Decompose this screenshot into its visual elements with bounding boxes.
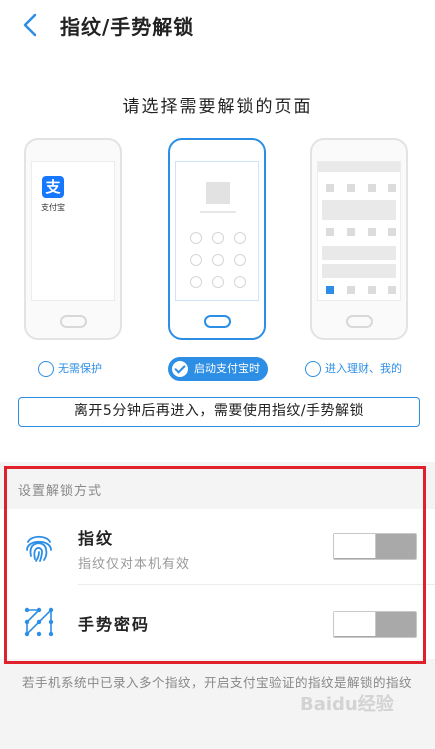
pattern-dot (212, 276, 224, 288)
timeout-notice: 离开5分钟后再进入，需要使用指纹/手势解锁 (18, 397, 420, 427)
placeholder-tab (388, 286, 396, 294)
unlock-methods-list: 指纹 指纹仅对本机有效 手势密码 (0, 509, 435, 659)
chevron-left-icon[interactable] (18, 12, 44, 38)
phone-preview-launch[interactable] (168, 138, 266, 340)
toggle-knob (334, 534, 376, 558)
radio-checked-icon[interactable] (172, 361, 188, 377)
pattern-dot (190, 254, 202, 266)
alipay-logo-icon: 支 (42, 176, 64, 198)
gesture-pattern-icon (24, 607, 54, 637)
placeholder-tab (368, 286, 376, 294)
avatar-placeholder (206, 182, 230, 204)
text-placeholder (200, 211, 236, 213)
radio-icon[interactable] (38, 361, 54, 377)
phone-screen (175, 161, 259, 301)
toggle-knob (334, 612, 376, 636)
phone-preview-no-protection[interactable]: 支 支付宝 (24, 138, 122, 340)
placeholder-bar (322, 200, 396, 220)
placeholder-tile (326, 184, 334, 192)
fingerprint-row: 指纹 指纹仅对本机有效 (0, 509, 435, 585)
top-bar: 指纹/手势解锁 (0, 0, 435, 50)
pattern-dot (234, 232, 246, 244)
home-button-icon (346, 315, 373, 328)
page-title: 指纹/手势解锁 (60, 15, 195, 39)
selector-prompt: 请选择需要解锁的页面 (122, 97, 313, 117)
row-title: 手势密码 (78, 615, 151, 634)
pattern-dot (212, 254, 224, 266)
pattern-dot (190, 232, 202, 244)
pattern-dot (212, 232, 224, 244)
fingerprint-icon (26, 535, 52, 562)
row-subtitle: 指纹仅对本机有效 (78, 557, 191, 572)
home-button-icon (204, 315, 231, 328)
placeholder-tile (347, 228, 355, 236)
pattern-dot (234, 276, 246, 288)
pattern-dot (234, 254, 246, 266)
gesture-password-row: 手势密码 (0, 585, 435, 659)
placeholder-tile (388, 228, 396, 236)
placeholder-tile (347, 184, 355, 192)
option-label: 启动支付宝时 (194, 362, 260, 375)
pattern-dot (190, 276, 202, 288)
fingerprint-toggle[interactable] (333, 533, 417, 560)
section-label: 设置解锁方式 (18, 484, 103, 499)
radio-icon[interactable] (305, 361, 321, 377)
placeholder-tile (368, 184, 376, 192)
phone-screen: 支 支付宝 (31, 161, 115, 301)
option-launch-alipay[interactable]: 启动支付宝时 (168, 357, 268, 381)
home-button-icon (60, 315, 87, 328)
placeholder-tile (388, 184, 396, 192)
unlock-page-selector: 请选择需要解锁的页面 支 支付宝 无需保护 启动支付宝时 进入理财、我的 离开5… (0, 50, 435, 462)
placeholder-tab-active (326, 286, 334, 294)
alipay-app-name: 支付宝 (41, 203, 65, 212)
row-title: 指纹 (78, 529, 115, 548)
watermark-logo: Baidu经验 (300, 694, 394, 715)
gesture-toggle[interactable] (333, 611, 417, 638)
placeholder-bar (322, 264, 396, 278)
placeholder-tab (347, 286, 355, 294)
placeholder-tile (368, 228, 376, 236)
placeholder-bar (318, 162, 400, 172)
placeholder-tile (326, 228, 334, 236)
phone-preview-wealth[interactable] (310, 138, 408, 340)
phone-screen (317, 161, 401, 301)
option-label: 无需保护 (58, 362, 102, 375)
option-label: 进入理财、我的 (325, 362, 402, 375)
placeholder-bar (322, 246, 396, 260)
